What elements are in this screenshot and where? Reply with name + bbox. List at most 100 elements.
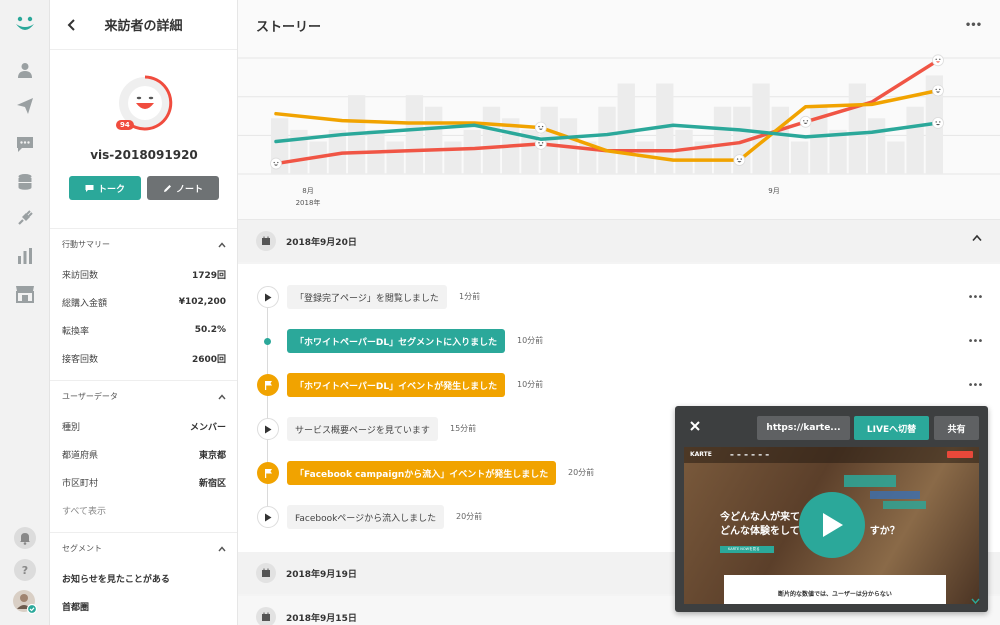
event-label[interactable]: 「ホワイトペーパーDL」セグメントに入りました (287, 329, 506, 353)
date-header[interactable]: 2018年9月20日 (238, 220, 1000, 262)
event-label[interactable]: 「Facebook campaignから流入」イベントが発生しました (287, 461, 557, 485)
more-icon[interactable]: ••• (966, 336, 984, 347)
event-time: 10分前 (517, 380, 544, 389)
talk-button[interactable]: トーク (69, 176, 141, 200)
note-button[interactable]: ノート (147, 176, 219, 200)
plug-icon[interactable] (13, 206, 37, 230)
x-tick-label: 9月 (754, 185, 794, 197)
row-label: 転換率 (62, 326, 90, 337)
bar (425, 106, 443, 174)
event-label[interactable]: サービス概要ページを見ています (287, 417, 438, 441)
face-marker (799, 115, 812, 128)
more-icon[interactable]: ••• (966, 292, 984, 303)
face-marker (932, 117, 944, 129)
karte-logo-icon[interactable] (13, 12, 37, 36)
timeline-event[interactable]: 「登録完了ページ」を閲覧しました 1分前 ••• (238, 275, 1000, 319)
segment-item: お知らせを見たことがある (50, 564, 237, 592)
segment-label: 首都圏 (62, 602, 90, 613)
visitor-detail-panel: 来訪者の詳細 94 vis-2018091920 トーク ノート 行動サマリー … (50, 0, 238, 625)
switch-live-button[interactable]: LIVEへ切替 (854, 416, 929, 440)
summary-row: 転換率 50.2% (50, 316, 237, 344)
row-value: 新宿区 (198, 478, 226, 489)
userdata-row: 都道府県 東京都 (50, 440, 237, 468)
database-icon[interactable] (13, 170, 37, 194)
play-icon (257, 418, 279, 440)
bar (290, 129, 308, 174)
calendar-icon (256, 563, 276, 583)
row-value: 1729回 (191, 270, 226, 281)
visitor-id: vis-2018091920 (90, 148, 198, 162)
face-marker (270, 157, 282, 170)
story-header: ストーリー ••• (238, 0, 1000, 50)
flag-icon (257, 462, 279, 484)
chevron-up-icon[interactable] (972, 234, 982, 242)
segment-section-header[interactable]: セグメント (50, 532, 237, 564)
talk-button-label: トーク (97, 184, 125, 195)
more-icon[interactable]: ••• (964, 20, 982, 31)
bar (752, 83, 770, 174)
row-value: 2600回 (191, 354, 226, 365)
bar (482, 106, 501, 174)
bell-icon[interactable] (13, 526, 37, 550)
screen-nav-links: ▬ ▬ ▬ ▬ ▬ ▬ (730, 452, 771, 457)
back-icon[interactable] (62, 15, 82, 35)
x-tick-year: 2018年 (295, 199, 321, 207)
calendar-icon (256, 607, 276, 625)
operator-avatar[interactable] (13, 590, 37, 614)
play-icon[interactable] (799, 492, 865, 558)
row-value: 東京都 (198, 450, 226, 461)
send-icon[interactable] (13, 94, 37, 118)
help-icon[interactable]: ? (13, 558, 37, 582)
live-preview-window: https://karte... LIVEへ切替 共有 KARTE ▬ ▬ ▬ … (675, 406, 988, 612)
note-button-label: ノート (175, 184, 203, 195)
chevron-up-icon (218, 241, 226, 247)
row-value: メンバー (189, 422, 226, 433)
store-icon[interactable] (13, 282, 37, 306)
summary-section-header[interactable]: 行動サマリー (50, 228, 237, 260)
userdata-row: 市区町村 新宿区 (50, 468, 237, 496)
show-all-link[interactable]: すべて表示 (50, 496, 237, 524)
chevron-down-icon[interactable] (971, 598, 980, 604)
calendar-icon (256, 231, 276, 251)
pencil-icon (163, 184, 171, 192)
x-tick-month: 8月 (302, 187, 314, 195)
timeline-event[interactable]: 「ホワイトペーパーDL」セグメントに入りました 10分前 ••• (238, 319, 1000, 363)
screen-widget (870, 491, 920, 499)
screen-logo: KARTE (690, 451, 712, 458)
event-label[interactable]: Facebookページから流入しました (287, 505, 445, 529)
userdata-section-header[interactable]: ユーザーデータ (50, 380, 237, 412)
event-time: 1分前 (459, 292, 481, 301)
close-icon[interactable] (687, 418, 703, 434)
segment-dot-icon (264, 338, 271, 345)
summary-title: 行動サマリー (62, 240, 110, 249)
userdata-row: 種別 メンバー (50, 412, 237, 440)
event-label[interactable]: 「ホワイトペーパーDL」イベントが発生しました (287, 373, 506, 397)
event-label[interactable]: 「登録完了ページ」を閲覧しました (287, 285, 447, 309)
date-label: 2018年9月15日 (286, 613, 357, 624)
score-badge: 94 (116, 120, 134, 130)
chat-icon[interactable] (13, 132, 37, 156)
bar (771, 106, 789, 174)
face-marker (534, 121, 547, 134)
share-button[interactable]: 共有 (934, 416, 979, 440)
screen-card: 断片的な数値では、ユーザーは分からない (724, 575, 946, 604)
chart-svg (238, 54, 1000, 175)
segment-item: 首都圏 (50, 592, 237, 620)
userdata-title: ユーザーデータ (62, 392, 118, 401)
chevron-up-icon (218, 393, 226, 399)
more-icon[interactable]: ••• (966, 380, 984, 391)
bar (463, 129, 481, 174)
event-time: 20分前 (568, 468, 595, 477)
userdata-section: ユーザーデータ 種別 メンバー 都道府県 東京都 市区町村 新宿区 すべて表示 (50, 380, 237, 524)
row-value: ¥102,200 (178, 297, 226, 307)
bar-chart-icon[interactable] (13, 244, 37, 268)
timeline-event[interactable]: 「ホワイトペーパーDL」イベントが発生しました 10分前 ••• (238, 363, 1000, 407)
url-button[interactable]: https://karte... (757, 416, 850, 440)
user-icon[interactable] (13, 58, 37, 82)
x-tick-label: 8月 2018年 (288, 185, 328, 209)
row-label: 市区町村 (62, 478, 99, 489)
chevron-up-icon (218, 545, 226, 551)
summary-row: 総購入金額 ¥102,200 (50, 288, 237, 316)
flag-icon (257, 374, 279, 396)
summary-row: 来訪回数 1729回 (50, 260, 237, 288)
